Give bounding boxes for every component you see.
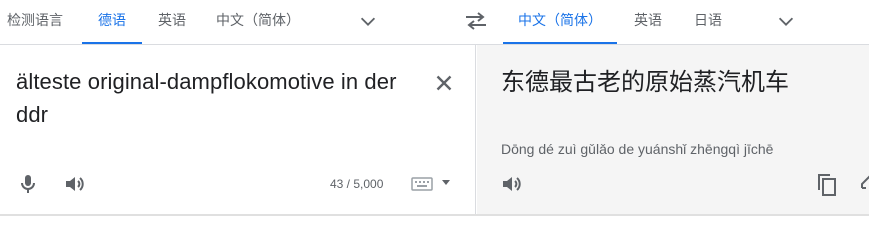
swap-horiz-icon[interactable] (462, 9, 490, 33)
keyboard-icon[interactable] (411, 177, 433, 191)
chevron-down-icon[interactable] (357, 10, 379, 32)
character-counter: 43 / 5,000 (330, 177, 384, 191)
close-icon[interactable] (431, 70, 457, 96)
tab-source-english[interactable]: 英语 (148, 0, 196, 44)
tab-source-chinese-simplified[interactable]: 中文（简体） (210, 0, 306, 44)
language-tab-bar: 检测语言 德语 英语 中文（简体） 中文（简体） 英语 日语 (0, 0, 869, 45)
copy-icon[interactable] (815, 172, 839, 198)
target-panel: 东德最古老的原始蒸汽机车 Dōng dé zuì gǔlǎo de yuánsh… (477, 45, 869, 215)
volume-icon[interactable] (63, 172, 87, 196)
translation-text: 东德最古老的原始蒸汽机车 (501, 68, 789, 96)
tab-source-german[interactable]: 德语 (82, 0, 142, 44)
divider (0, 214, 869, 216)
transliteration-text: Dōng dé zuì gǔlǎo de yuánshǐ zhēngqì jīc… (501, 141, 774, 157)
translate-app: 检测语言 德语 英语 中文（简体） 中文（简体） 英语 日语 älteste o… (0, 0, 869, 245)
tab-detect-language[interactable]: 检测语言 (0, 0, 70, 44)
caret-down-icon[interactable] (441, 179, 451, 187)
source-text-input[interactable]: älteste original-dampflokomotive in der … (16, 65, 416, 131)
mic-icon[interactable] (16, 172, 40, 196)
volume-icon[interactable] (500, 172, 524, 196)
tab-target-chinese-simplified[interactable]: 中文（简体） (503, 0, 617, 44)
edit-icon[interactable] (860, 170, 869, 192)
chevron-down-icon[interactable] (775, 10, 797, 32)
tab-target-japanese[interactable]: 日语 (686, 0, 730, 44)
tab-target-english[interactable]: 英语 (626, 0, 670, 44)
source-panel: älteste original-dampflokomotive in der … (0, 45, 476, 215)
